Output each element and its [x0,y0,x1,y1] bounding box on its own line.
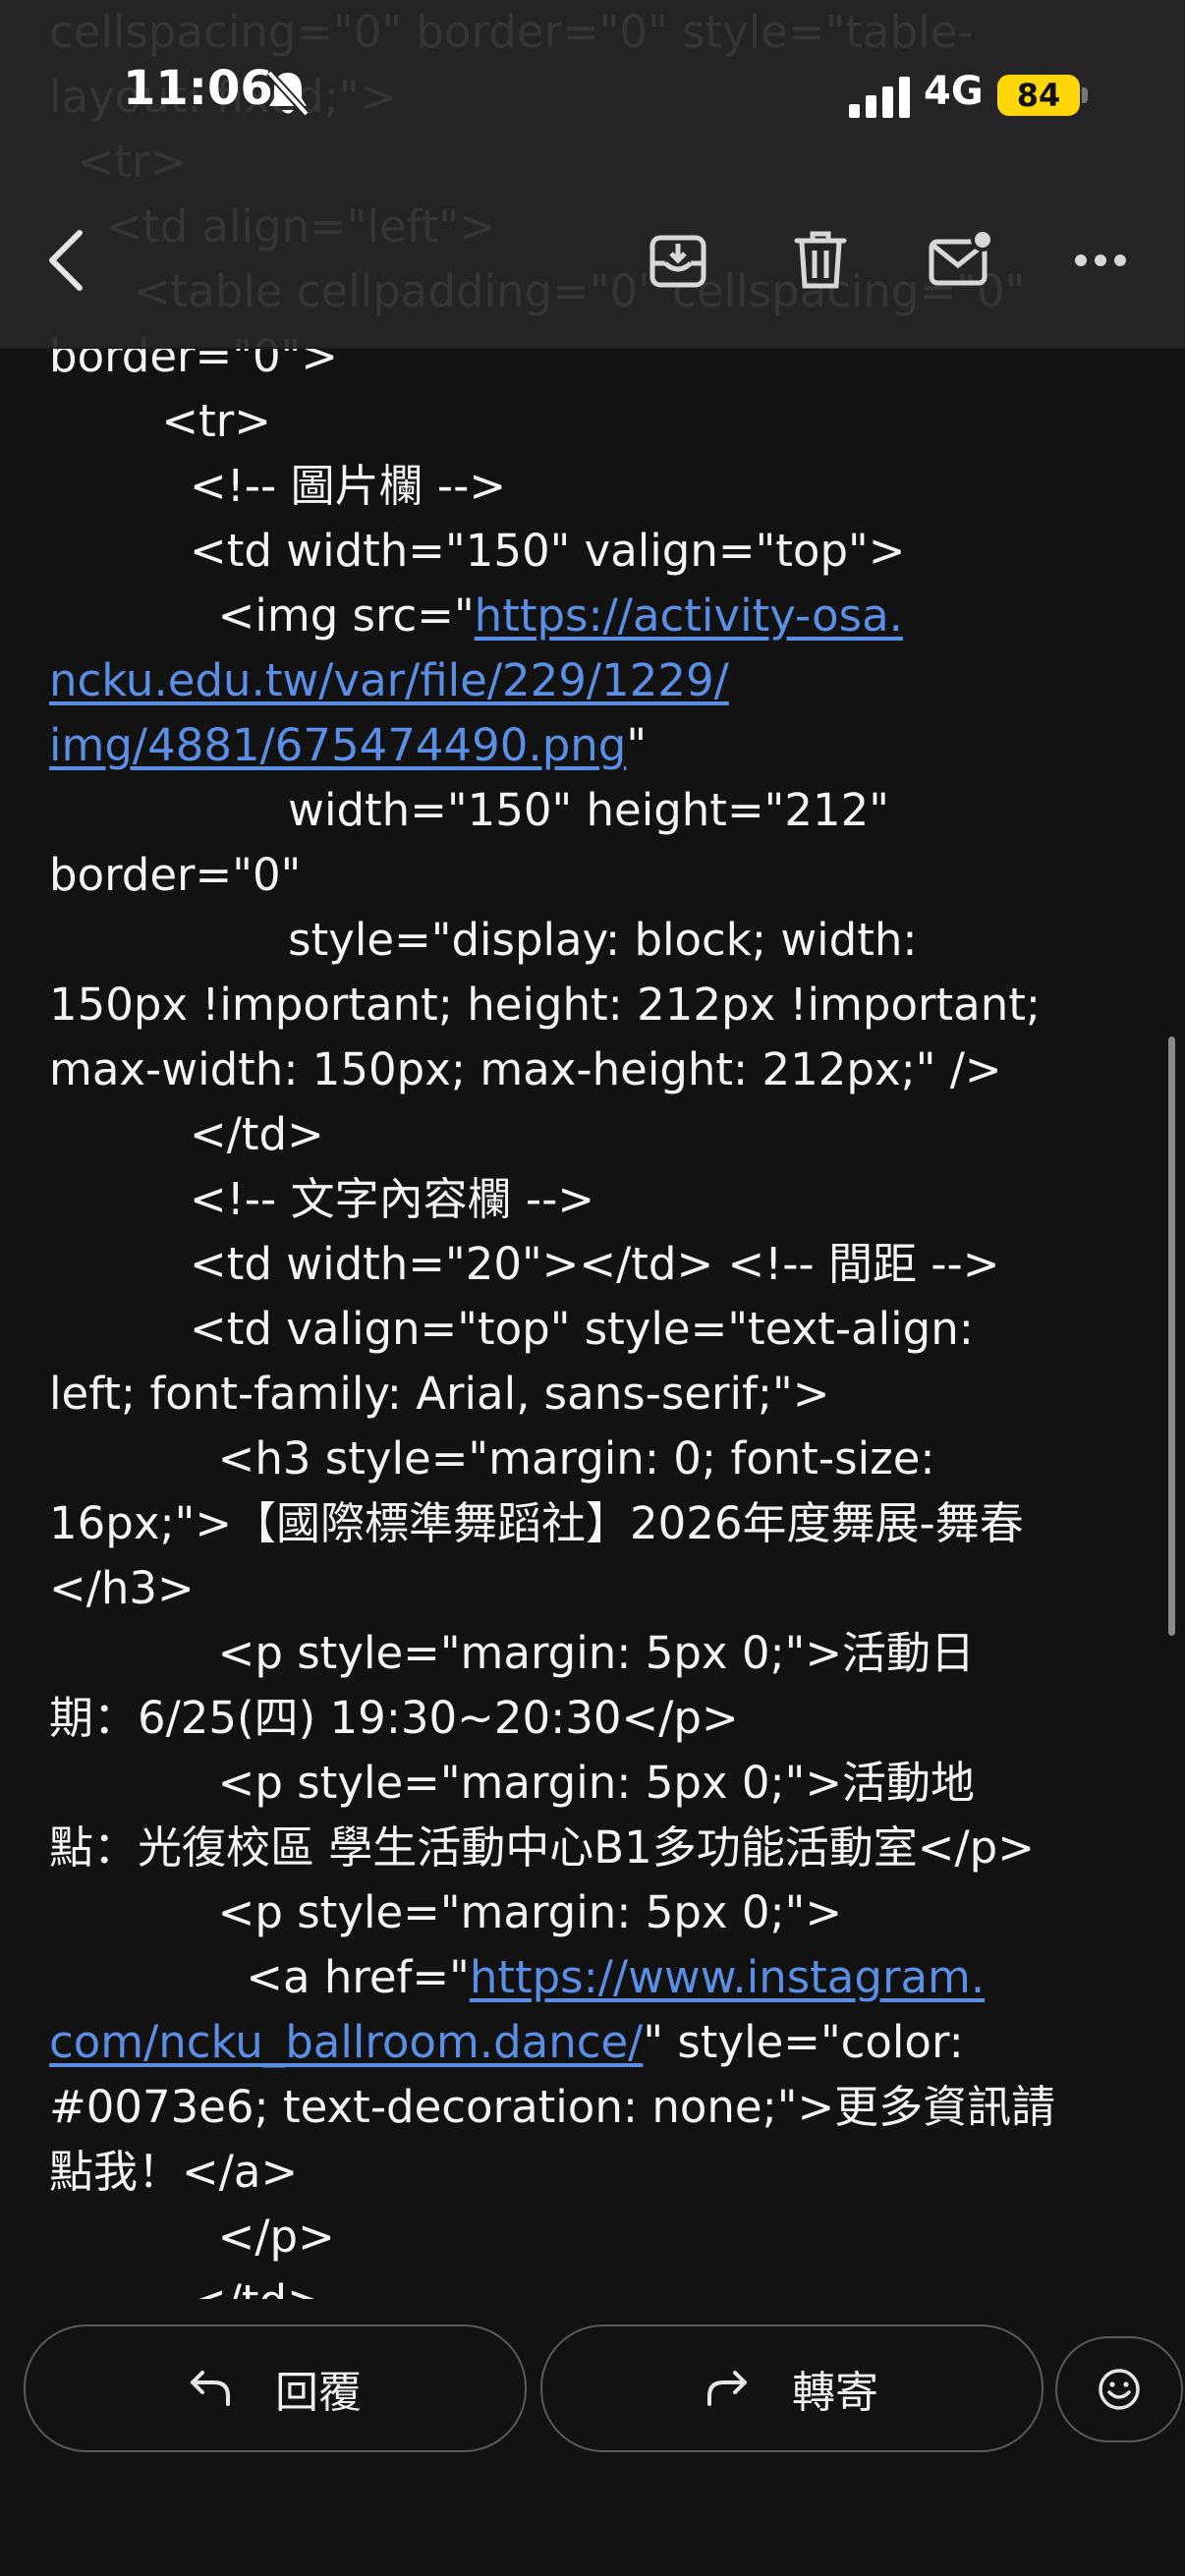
source-text: border="0" [49,849,302,901]
source-text: 16px;">【國際標準舞蹈社】2026年度舞展-舞春 [49,1497,1024,1549]
source-line: width="150" height="212" [49,778,889,843]
source-line: <td width="20"></td> <!-- 間距 --> [49,1232,999,1297]
source-text: <!-- 文字內容欄 --> [49,1173,595,1225]
forward-button[interactable]: 轉寄 [540,2324,1044,2452]
chevron-left-icon [49,230,83,291]
source-text: <img src=" [49,589,475,642]
source-line: </td> [49,2269,324,2299]
reply-arrow-icon [191,2371,230,2406]
battery-cap [1082,87,1088,103]
source-line: img/4881/675474490.png" [49,713,647,778]
archive-icon [649,235,706,288]
source-line: <td width="150" valign="top"> [49,519,905,584]
source-text: width="150" height="212" [49,784,889,836]
source-line: <td valign="top" style="text-align: [49,1297,974,1362]
source-line: 150px !important; height: 212px !importa… [49,973,1041,1037]
more-icon [1075,254,1126,266]
source-line: </td> [49,1102,324,1167]
source-line: max-width: 150px; max-height: 212px;" /> [49,1037,1002,1102]
source-text: </h3> [49,1562,195,1614]
source-text: 點：光復校區 學生活動中心B1多功能活動室</p> [49,1821,1035,1874]
source-line: 點：光復校區 學生活動中心B1多功能活動室</p> [49,1816,1035,1880]
source-link[interactable]: https://www.instagram. [470,1951,985,2003]
source-line: <!-- 圖片欄 --> [49,454,506,519]
source-text-after: " style="color: [643,2016,964,2068]
source-line: </h3> [49,1556,195,1621]
more-options-button[interactable] [1066,226,1135,295]
source-line: <p style="margin: 5px 0;"> [49,1880,842,1945]
source-line: 16px;">【國際標準舞蹈社】2026年度舞展-舞春 [49,1491,1024,1556]
source-text: </p> [49,2211,335,2263]
source-link[interactable]: com/ncku_ballroom.dance/ [49,2016,643,2068]
source-line: border="0" [49,843,301,908]
source-text: 點我！</a> [49,2146,299,2198]
cellular-signal-icon [849,77,910,118]
emoji-reaction-button[interactable] [1055,2336,1183,2442]
source-line: <img src="https://activity-osa. [49,584,903,648]
source-text: <tr> [49,395,271,447]
source-line: <p style="margin: 5px 0;">活動日 [49,1621,975,1686]
smiley-icon [1099,2369,1140,2410]
source-text: <a href=" [49,1951,470,2003]
source-text-after: " [626,719,648,771]
source-line: <h3 style="margin: 0; font-size: [49,1427,935,1491]
source-line: com/ncku_ballroom.dance/" style="color: [49,2010,964,2075]
source-line: <!-- 文字內容欄 --> [49,1167,594,1232]
silent-bell-icon [266,70,310,117]
source-text: <p style="margin: 5px 0;"> [49,1886,843,1938]
source-line: style="display: block; width: [49,908,918,973]
source-line: 期：6/25(四) 19:30~20:30</p> [49,1686,739,1751]
source-text: <td width="20"></td> <!-- 間距 --> [49,1238,1000,1290]
source-line: 點我！</a> [49,2140,298,2205]
source-link[interactable]: img/4881/675474490.png [49,719,626,771]
source-text: <!-- 圖片欄 --> [49,460,507,512]
top-toolbar: 11:06 4G 84 [0,0,1185,349]
source-text: <h3 style="margin: 0; font-size: [49,1432,935,1484]
source-text: <td valign="top" style="text-align: [49,1303,974,1355]
source-text: <p style="margin: 5px 0;">活動日 [49,1627,976,1679]
scrollbar[interactable] [1168,1036,1175,1636]
source-text: max-width: 150px; max-height: 212px;" /> [49,1043,1002,1095]
source-link[interactable]: ncku.edu.tw/var/file/229/1229/ [49,654,729,706]
forward-arrow-icon [707,2371,747,2406]
source-text: 150px !important; height: 212px !importa… [49,979,1042,1031]
source-text: 期：6/25(四) 19:30~20:30</p> [49,1692,739,1744]
battery-indicator: 84 [997,75,1080,116]
reply-label: 回覆 [275,2368,362,2418]
source-line: left; font-family: Arial, sans-serif;"> [49,1362,829,1427]
source-text: </td> [49,2275,324,2299]
source-text: style="display: block; width: [49,914,918,966]
source-text: left; font-family: Arial, sans-serif;"> [49,1368,830,1420]
source-line: </p> [49,2205,335,2269]
source-line: ncku.edu.tw/var/file/229/1229/ [49,648,729,713]
archive-button[interactable] [644,226,712,295]
back-button[interactable] [31,226,100,295]
source-text: #0073e6; text-decoration: none;">更多資訊請 [49,2081,1056,2133]
trash-icon [794,231,847,289]
source-text: <td width="150" valign="top"> [49,525,906,577]
source-link[interactable]: https://activity-osa. [475,589,903,642]
source-line: <p style="margin: 5px 0;">活動地 [49,1751,975,1816]
delete-button[interactable] [786,226,855,295]
mark-unread-icon [929,230,992,286]
source-line: #0073e6; text-decoration: none;">更多資訊請 [49,2075,1055,2140]
source-line: <a href="https://www.instagram. [49,1945,985,2010]
source-text: </td> [49,1108,324,1160]
source-line: <tr> [49,389,271,454]
mark-unread-button[interactable] [926,226,994,295]
status-time: 11:06 [123,61,273,116]
source-text: <p style="margin: 5px 0;">活動地 [49,1757,976,1809]
forward-label: 轉寄 [792,2368,878,2418]
reply-button[interactable]: 回覆 [24,2324,527,2452]
network-type: 4G [924,69,984,114]
